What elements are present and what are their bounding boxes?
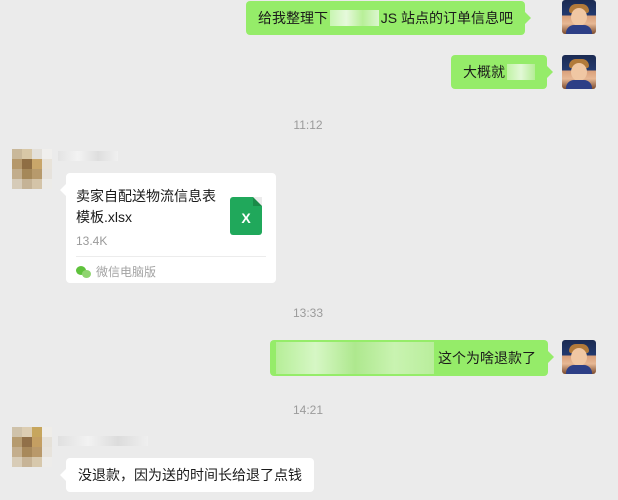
outgoing-message[interactable]: 大概就 bbox=[451, 55, 553, 89]
wechat-icon bbox=[76, 266, 92, 278]
contact-name-redacted bbox=[58, 436, 148, 446]
contact-avatar[interactable] bbox=[12, 427, 52, 467]
contact-name-redacted bbox=[58, 151, 118, 161]
file-name: 卖家自配送物流信息表模板.xlsx bbox=[76, 188, 216, 225]
message-text: 给我整理下 bbox=[258, 10, 328, 26]
timestamp: 13:33 bbox=[292, 306, 324, 320]
excel-file-icon-letter: X bbox=[241, 210, 251, 226]
file-source: 微信电脑版 bbox=[76, 262, 156, 282]
user-avatar[interactable] bbox=[562, 55, 596, 89]
user-avatar[interactable] bbox=[562, 0, 596, 34]
incoming-message[interactable]: 没退款，因为送的时间长给退了点钱 bbox=[60, 458, 314, 492]
timestamp: 11:12 bbox=[293, 118, 323, 132]
redacted-text bbox=[330, 10, 379, 26]
message-text: 没退款，因为送的时间长给退了点钱 bbox=[78, 467, 302, 483]
redacted-text bbox=[276, 342, 434, 374]
file-message-card[interactable]: 卖家自配送物流信息表模板.xlsx 13.4K X 微信电脑版 bbox=[60, 173, 276, 283]
message-text: 大概就 bbox=[463, 64, 505, 80]
file-source-label: 微信电脑版 bbox=[96, 265, 157, 279]
contact-avatar[interactable] bbox=[12, 149, 52, 189]
file-size: 13.4K bbox=[76, 234, 108, 248]
divider bbox=[76, 256, 266, 257]
user-avatar[interactable] bbox=[562, 340, 596, 374]
redacted-text bbox=[507, 64, 535, 80]
message-text: 这个为啥退款了 bbox=[438, 350, 536, 366]
outgoing-message[interactable]: 给我整理下 JS 站点的订单信息吧 bbox=[246, 1, 531, 35]
message-text: JS 站点的订单信息吧 bbox=[380, 10, 513, 26]
outgoing-message[interactable]: 这个为啥退款了 bbox=[270, 340, 554, 376]
excel-file-icon: X bbox=[230, 197, 262, 235]
timestamp: 14:21 bbox=[292, 403, 324, 417]
